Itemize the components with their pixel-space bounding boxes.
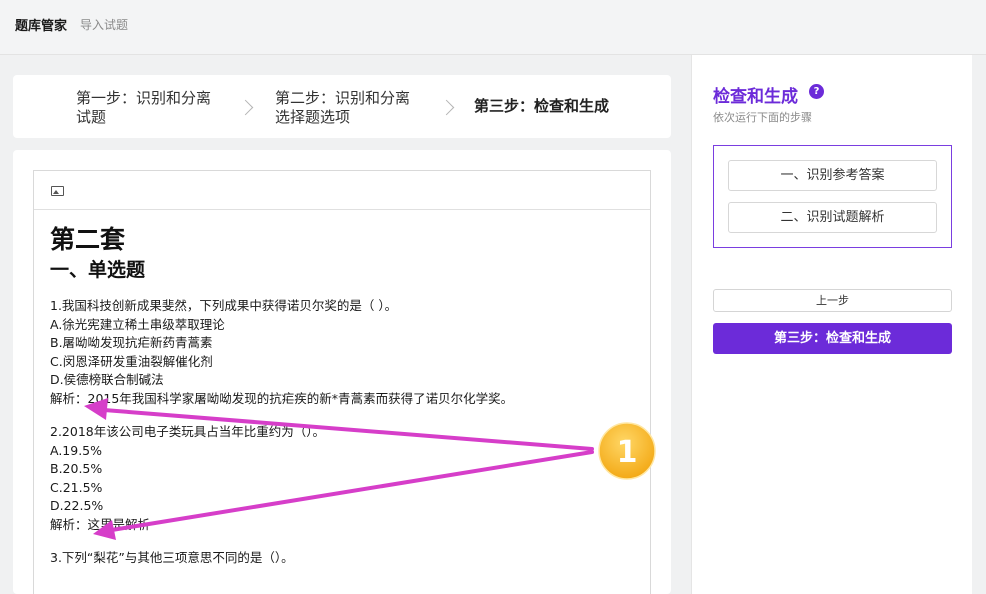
question-stem: 3.下列“梨花”与其他三项意思不同的是（）。 <box>50 550 294 565</box>
identify-answer-button[interactable]: 一、识别参考答案 <box>728 160 937 191</box>
step-2[interactable]: 第二步：识别和分离 选择题选项 <box>275 89 435 127</box>
chevron-right-icon <box>237 99 254 116</box>
explanation: 解析：2015年我国科学家屠呦呦发现的抗疟疾的新*青蒿素而获得了诺贝尔化学奖。 <box>50 390 514 406</box>
option-b: B.20.5% <box>50 461 103 476</box>
document-title: 第二套 <box>50 225 126 254</box>
previous-step-button[interactable]: 上一步 <box>713 289 952 312</box>
panel-title: 检查和生成 <box>713 87 798 107</box>
option-b: B.屠呦呦发现抗疟新药青蒿素 <box>50 335 213 350</box>
step-indicator: 第一步：识别和分离 试题 第二步：识别和分离 选择题选项 第三步：检查和生成 <box>13 75 671 138</box>
editor-toolbar <box>34 171 650 210</box>
editor-card: 第二套 一、单选题 1.我国科技创新成果斐然，下列成果中获得诺贝尔奖的是（ ）。… <box>13 150 671 594</box>
chevron-right-icon <box>438 99 455 116</box>
step-3-line1: 第三步：检查和生成 <box>474 97 610 115</box>
rich-text-editor[interactable]: 第二套 一、单选题 1.我国科技创新成果斐然，下列成果中获得诺贝尔奖的是（ ）。… <box>33 170 651 594</box>
explanation: 解析：这里是解析 <box>50 516 151 532</box>
top-bar: 题库管家 导入试题 <box>0 0 986 55</box>
panel-subtitle: 依次运行下面的步骤 <box>713 111 812 124</box>
app-title: 题库管家 <box>15 19 68 34</box>
question-3: 3.下列“梨花”与其他三项意思不同的是（）。 <box>50 549 640 568</box>
option-c: C.21.5% <box>50 479 103 495</box>
step-3-current[interactable]: 第三步：检查和生成 <box>474 97 609 116</box>
step-1-line2: 试题 <box>76 108 107 126</box>
option-d: D.侯德榜联合制碱法 <box>50 372 164 387</box>
sub-step-group: 一、识别参考答案 二、识别试题解析 <box>713 145 952 248</box>
question-stem: 1.我国科技创新成果斐然，下列成果中获得诺贝尔奖的是（ ）。 <box>50 298 398 313</box>
question-stem: 2.2018年该公司电子类玩具占当年比重约为（）。 <box>50 424 325 439</box>
right-panel: 检查和生成 ? 依次运行下面的步骤 一、识别参考答案 二、识别试题解析 上一步 … <box>691 55 972 594</box>
step-2-line2: 选择题选项 <box>275 108 351 126</box>
image-icon[interactable] <box>51 186 64 196</box>
step-2-line1: 第二步：识别和分离 <box>275 89 411 107</box>
question-1: 1.我国科技创新成果斐然，下列成果中获得诺贝尔奖的是（ ）。 A.徐光宪建立稀土… <box>50 297 640 408</box>
option-a: A.徐光宪建立稀土串级萃取理论 <box>50 316 225 332</box>
option-c: C.闵恩泽研发重油裂解催化剂 <box>50 353 213 369</box>
step-1[interactable]: 第一步：识别和分离 试题 <box>76 89 236 127</box>
option-a: A.19.5% <box>50 442 103 458</box>
help-icon[interactable]: ? <box>809 84 824 99</box>
step3-check-generate-button[interactable]: 第三步：检查和生成 <box>713 323 952 354</box>
step-1-line1: 第一步：识别和分离 <box>76 89 212 107</box>
page-subtitle: 导入试题 <box>80 18 129 32</box>
identify-explanation-button[interactable]: 二、识别试题解析 <box>728 202 937 233</box>
document-body[interactable]: 第二套 一、单选题 1.我国科技创新成果斐然，下列成果中获得诺贝尔奖的是（ ）。… <box>50 225 640 568</box>
section-heading: 一、单选题 <box>50 259 146 281</box>
option-d: D.22.5% <box>50 498 104 513</box>
question-2: 2.2018年该公司电子类玩具占当年比重约为（）。 A.19.5% B.20.5… <box>50 423 640 534</box>
